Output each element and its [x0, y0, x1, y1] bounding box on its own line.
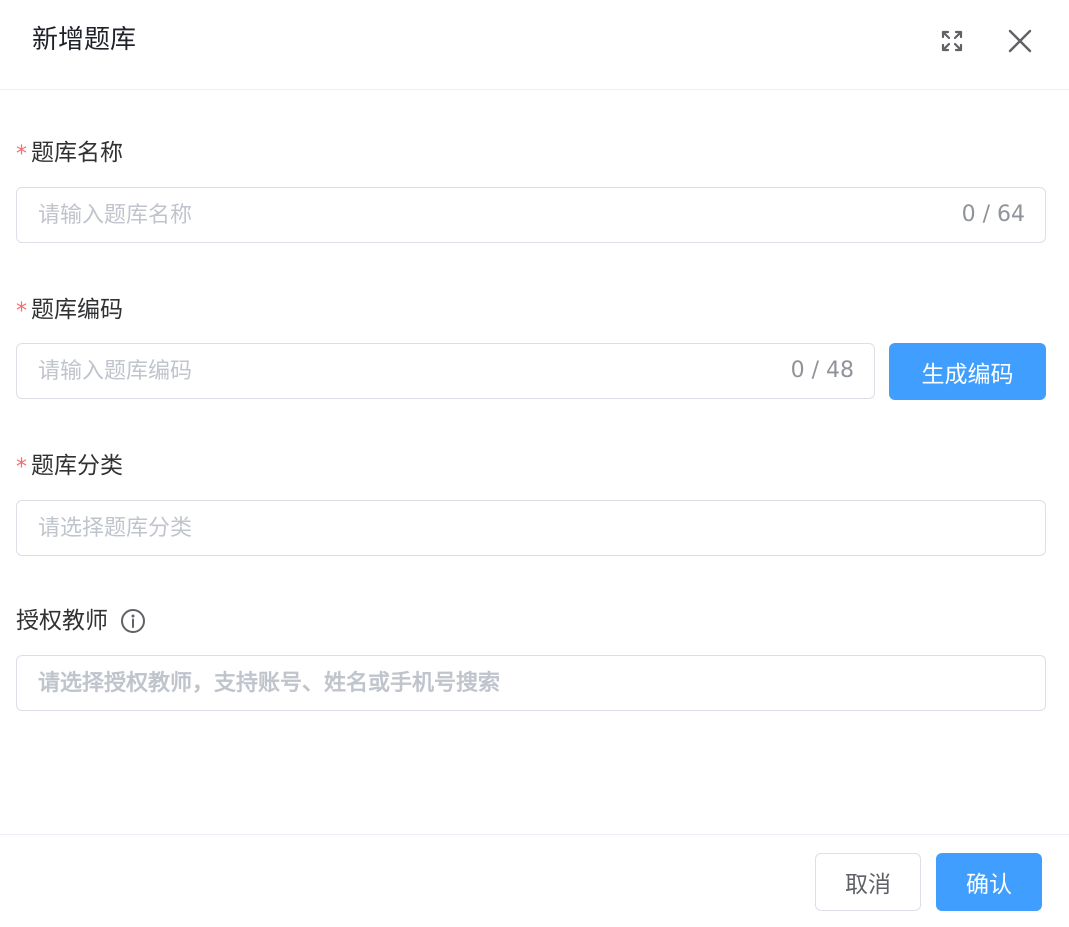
close-icon: [1008, 29, 1032, 53]
category-select[interactable]: [16, 500, 1046, 556]
name-counter: 0 / 64: [961, 202, 1025, 227]
code-label: * 题库编码: [16, 294, 123, 326]
category-select-input[interactable]: [38, 501, 1018, 555]
fullscreen-button[interactable]: [935, 24, 969, 58]
teachers-label: 授权教师: [16, 605, 146, 637]
dialog-title: 新增题库: [32, 25, 137, 55]
name-label-text: 题库名称: [31, 140, 123, 166]
code-counter: 0 / 48: [790, 358, 854, 383]
generate-code-button[interactable]: 生成编码: [889, 343, 1046, 400]
dialog-header: 新增题库: [0, 0, 1069, 90]
required-mark: *: [16, 142, 27, 167]
code-input-wrapper: 0 / 48: [16, 343, 875, 399]
teachers-select-input[interactable]: [38, 656, 1018, 710]
confirm-button[interactable]: 确认: [936, 853, 1042, 911]
name-input-wrapper: 0 / 64: [16, 187, 1046, 243]
dialog-footer: 取消 确认: [0, 834, 1069, 927]
teachers-label-text: 授权教师: [16, 608, 108, 634]
required-mark: *: [16, 455, 27, 480]
add-question-bank-dialog: 新增题库 * 题库名称 请输入题库名称 0 / 64 * 题库编码 请输入题库编…: [0, 0, 1069, 927]
name-input[interactable]: [38, 188, 938, 242]
category-label: * 题库分类: [16, 450, 123, 482]
required-mark: *: [16, 299, 27, 324]
code-label-text: 题库编码: [31, 297, 123, 323]
cancel-button[interactable]: 取消: [815, 853, 921, 911]
category-label-text: 题库分类: [31, 453, 123, 479]
close-button[interactable]: [1003, 24, 1037, 58]
teachers-select[interactable]: [16, 655, 1046, 711]
fullscreen-icon: [941, 30, 963, 52]
name-label: * 题库名称: [16, 137, 123, 169]
code-input[interactable]: [38, 344, 768, 398]
info-circle-icon[interactable]: [120, 608, 146, 634]
